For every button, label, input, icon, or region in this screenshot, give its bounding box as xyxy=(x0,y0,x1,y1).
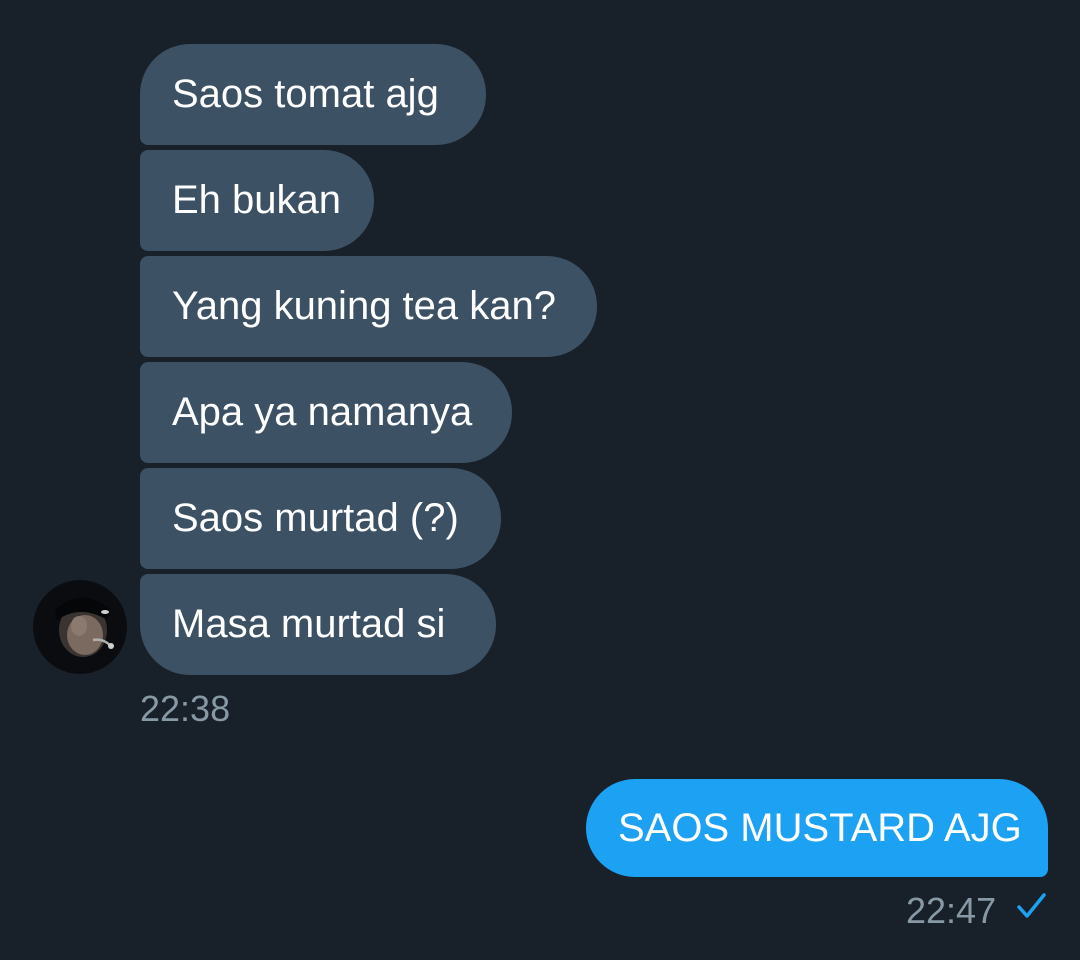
message-bubble-received[interactable]: Apa ya namanya xyxy=(140,362,512,463)
message-bubble-received[interactable]: Saos murtad (?) xyxy=(140,468,501,569)
message-bubble-received[interactable]: Eh bukan xyxy=(140,150,374,251)
sender-avatar[interactable] xyxy=(33,580,127,674)
conversation-thread: Saos tomat ajg Eh bukan Yang kuning tea … xyxy=(0,0,1080,960)
message-bubble-received[interactable]: Saos tomat ajg xyxy=(140,44,486,145)
message-bubble-sent[interactable]: SAOS MUSTARD AJG xyxy=(586,779,1048,877)
message-timestamp: 22:47 xyxy=(906,890,997,931)
message-bubble-received[interactable]: Masa murtad si xyxy=(140,574,496,675)
message-timestamp: 22:38 xyxy=(140,688,231,729)
avatar-photo xyxy=(33,580,127,674)
message-bubble-received[interactable]: Yang kuning tea kan? xyxy=(140,256,597,357)
checkmark-icon xyxy=(1017,893,1046,918)
